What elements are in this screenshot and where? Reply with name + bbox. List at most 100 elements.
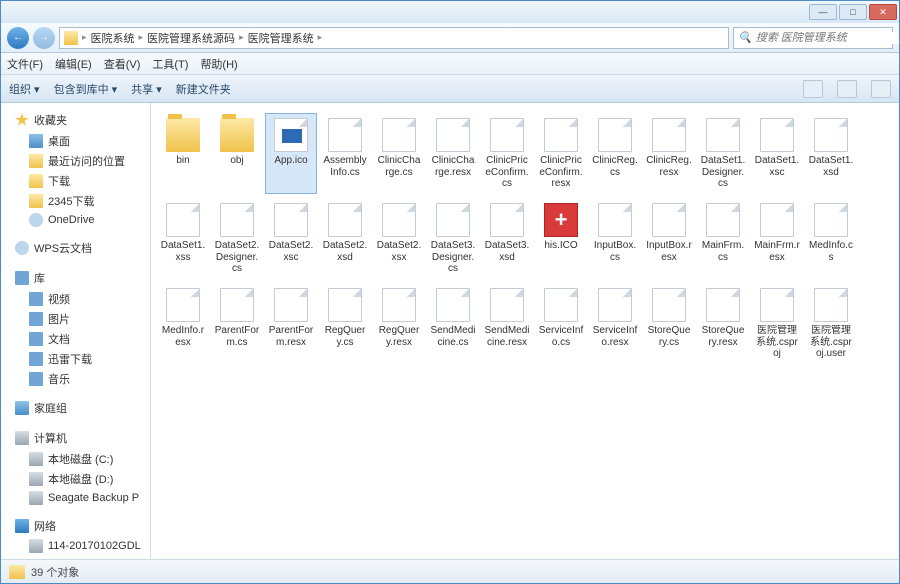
back-button[interactable]: ←	[7, 27, 29, 49]
app-icon	[274, 118, 308, 152]
file-item[interactable]: DataSet2.Designer.cs	[211, 198, 263, 279]
file-item[interactable]: DataSet2.xsd	[319, 198, 371, 279]
file-item[interactable]: DataSet1.Designer.cs	[697, 113, 749, 194]
crumb-item[interactable]: 医院管理系统	[248, 30, 314, 46]
sidebar-item-recent[interactable]: 最近访问的位置	[1, 151, 150, 171]
file-item[interactable]: his.ICO	[535, 198, 587, 279]
sidebar-item-onedrive[interactable]: OneDrive	[1, 211, 150, 229]
file-item[interactable]: ParentForm.resx	[265, 283, 317, 364]
newfolder-button[interactable]: 新建文件夹	[176, 81, 231, 97]
menu-view[interactable]: 查看(V)	[104, 56, 141, 72]
file-list[interactable]: binobjApp.icoAssemblyInfo.csClinicCharge…	[151, 103, 899, 559]
file-item[interactable]: MedInfo.cs	[805, 198, 857, 279]
help-button[interactable]	[871, 80, 891, 98]
file-item[interactable]: MedInfo.resx	[157, 283, 209, 364]
file-item[interactable]: DataSet1.xsd	[805, 113, 857, 194]
sidebar-network[interactable]: 网络	[1, 515, 150, 537]
library-icon	[15, 271, 29, 285]
file-item[interactable]: SendMedicine.resx	[481, 283, 533, 364]
file-item[interactable]: DataSet1.xss	[157, 198, 209, 279]
file-item[interactable]: RegQuery.cs	[319, 283, 371, 364]
sidebar-item-seagate[interactable]: Seagate Backup P	[1, 489, 150, 507]
file-item[interactable]: StoreQuery.cs	[643, 283, 695, 364]
computer-icon	[29, 539, 43, 553]
sidebar-item-xunlei[interactable]: 迅雷下载	[1, 349, 150, 369]
crumb-item[interactable]: 医院系统	[91, 30, 135, 46]
sidebar: 收藏夹 桌面 最近访问的位置 下载 2345下载 OneDrive WPS云文档…	[1, 103, 151, 559]
file-item[interactable]: ClinicCharge.cs	[373, 113, 425, 194]
sidebar-item-2345[interactable]: 2345下载	[1, 191, 150, 211]
file-icon	[598, 118, 632, 152]
file-item[interactable]: 医院管理系统.csproj	[751, 283, 803, 364]
file-item[interactable]: InputBox.resx	[643, 198, 695, 279]
sidebar-item-drive-d[interactable]: 本地磁盘 (D:)	[1, 469, 150, 489]
file-item[interactable]: DataSet1.xsc	[751, 113, 803, 194]
file-item[interactable]: ClinicReg.resx	[643, 113, 695, 194]
file-item[interactable]: AssemblyInfo.cs	[319, 113, 371, 194]
file-item[interactable]: obj	[211, 113, 263, 194]
sidebar-item-downloads[interactable]: 下载	[1, 171, 150, 191]
sidebar-item-desktop[interactable]: 桌面	[1, 131, 150, 151]
file-item[interactable]: 医院管理系统.csproj.user	[805, 283, 857, 364]
include-button[interactable]: 包含到库中 ▾	[54, 81, 118, 97]
file-item[interactable]: bin	[157, 113, 209, 194]
file-item[interactable]: DataSet2.xsx	[373, 198, 425, 279]
file-item[interactable]: ServiceInfo.resx	[589, 283, 641, 364]
file-item[interactable]: RegQuery.resx	[373, 283, 425, 364]
file-item[interactable]: ClinicReg.cs	[589, 113, 641, 194]
sidebar-computer[interactable]: 计算机	[1, 427, 150, 449]
file-label: RegQuery.resx	[376, 325, 422, 348]
sidebar-item-videos[interactable]: 视频	[1, 289, 150, 309]
file-label: obj	[230, 155, 243, 167]
breadcrumb[interactable]: ▸ 医院系统 ▸ 医院管理系统源码 ▸ 医院管理系统 ▸	[59, 27, 729, 49]
menu-file[interactable]: 文件(F)	[7, 56, 43, 72]
sidebar-homegroup[interactable]: 家庭组	[1, 397, 150, 419]
file-icon	[166, 288, 200, 322]
file-item[interactable]: App.ico	[265, 113, 317, 194]
maximize-button[interactable]: □	[839, 4, 867, 20]
sidebar-item-documents[interactable]: 文档	[1, 329, 150, 349]
file-label: StoreQuery.resx	[700, 325, 746, 348]
close-button[interactable]: ✕	[869, 4, 897, 20]
file-icon	[328, 118, 362, 152]
file-icon	[490, 288, 524, 322]
file-item[interactable]: DataSet3.Designer.cs	[427, 198, 479, 279]
sidebar-libraries[interactable]: 库	[1, 267, 150, 289]
crumb-item[interactable]: 医院管理系统源码	[147, 30, 235, 46]
share-button[interactable]: 共享 ▾	[131, 81, 162, 97]
forward-button[interactable]: →	[33, 27, 55, 49]
file-item[interactable]: MainFrm.cs	[697, 198, 749, 279]
sidebar-item-pictures[interactable]: 图片	[1, 309, 150, 329]
file-item[interactable]: MainFrm.resx	[751, 198, 803, 279]
file-label: DataSet1.xsd	[808, 155, 854, 178]
menu-help[interactable]: 帮助(H)	[200, 56, 237, 72]
sidebar-item-network-pc[interactable]: 114-20170102GDL	[1, 537, 150, 555]
file-item[interactable]: DataSet2.xsc	[265, 198, 317, 279]
picture-icon	[29, 312, 43, 326]
file-item[interactable]: ServiceInfo.cs	[535, 283, 587, 364]
file-item[interactable]: ClinicPriceConfirm.cs	[481, 113, 533, 194]
organize-button[interactable]: 组织 ▾	[9, 81, 40, 97]
file-label: DataSet3.xsd	[484, 240, 530, 263]
sidebar-item-drive-c[interactable]: 本地磁盘 (C:)	[1, 449, 150, 469]
file-item[interactable]: ClinicCharge.resx	[427, 113, 479, 194]
status-text: 39 个对象	[31, 564, 79, 580]
search-box[interactable]: 🔍	[733, 27, 893, 49]
file-item[interactable]: DataSet3.xsd	[481, 198, 533, 279]
file-item[interactable]: SendMedicine.cs	[427, 283, 479, 364]
menu-tools[interactable]: 工具(T)	[152, 56, 188, 72]
sidebar-item-music[interactable]: 音乐	[1, 369, 150, 389]
file-item[interactable]: StoreQuery.resx	[697, 283, 749, 364]
file-item[interactable]: InputBox.cs	[589, 198, 641, 279]
file-icon	[490, 118, 524, 152]
preview-pane-button[interactable]	[837, 80, 857, 98]
minimize-button[interactable]: —	[809, 4, 837, 20]
document-icon	[29, 332, 43, 346]
search-input[interactable]	[756, 32, 899, 44]
sidebar-favorites[interactable]: 收藏夹	[1, 109, 150, 131]
menu-edit[interactable]: 编辑(E)	[55, 56, 92, 72]
file-item[interactable]: ClinicPriceConfirm.resx	[535, 113, 587, 194]
file-item[interactable]: ParentForm.cs	[211, 283, 263, 364]
sidebar-wps[interactable]: WPS云文档	[1, 237, 150, 259]
view-options-button[interactable]	[803, 80, 823, 98]
